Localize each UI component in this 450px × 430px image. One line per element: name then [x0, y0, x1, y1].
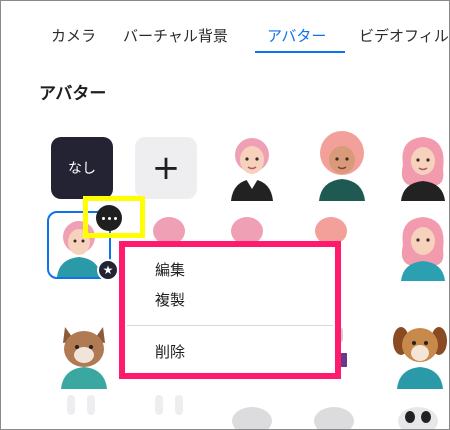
app-frame: カメラ バーチャル背景 アバター ビデオフィルター アバター なし + [0, 0, 450, 430]
avatar-thumbnail[interactable] [227, 211, 267, 241]
section-title: アバター [39, 84, 107, 104]
avatar-thumbnail[interactable] [149, 393, 189, 430]
avatar-thumbnail[interactable] [53, 319, 115, 389]
more-options-button[interactable] [96, 205, 122, 231]
avatar-thumbnail[interactable] [219, 129, 285, 201]
dot-icon [107, 216, 111, 220]
avatar-none-tile[interactable]: なし [51, 137, 113, 199]
avatar-thumbnail[interactable] [309, 397, 359, 430]
menu-divider [127, 325, 333, 326]
avatar-thumbnail[interactable] [393, 397, 443, 430]
add-avatar-button[interactable]: + [135, 137, 197, 199]
tab-video-filter[interactable]: ビデオフィルター [359, 25, 449, 46]
avatar-thumbnail[interactable] [393, 129, 450, 201]
avatar-thumbnail[interactable] [61, 393, 101, 430]
menu-item-duplicate[interactable]: 複製 [155, 289, 185, 310]
tab-camera[interactable]: カメラ [51, 25, 96, 46]
avatar-thumbnail[interactable] [389, 317, 450, 389]
tab-virtual-background[interactable]: バーチャル背景 [123, 25, 228, 46]
avatar-thumbnail[interactable] [227, 397, 277, 430]
favorite-star-icon: ★ [97, 259, 119, 281]
active-tab-indicator [255, 51, 345, 53]
dot-icon [113, 216, 117, 220]
menu-item-delete[interactable]: 削除 [155, 341, 185, 362]
avatar-thumbnail[interactable] [149, 211, 189, 241]
menu-item-edit[interactable]: 編集 [155, 259, 185, 280]
context-menu: 編集 複製 削除 [119, 241, 341, 379]
avatar-thumbnail[interactable] [393, 209, 450, 281]
tab-avatar[interactable]: アバター [267, 25, 326, 46]
avatar-thumbnail[interactable] [305, 127, 379, 201]
avatar-thumbnail[interactable] [311, 211, 351, 241]
tab-bar: カメラ バーチャル背景 アバター ビデオフィルター [1, 1, 449, 57]
dot-icon [101, 216, 105, 220]
